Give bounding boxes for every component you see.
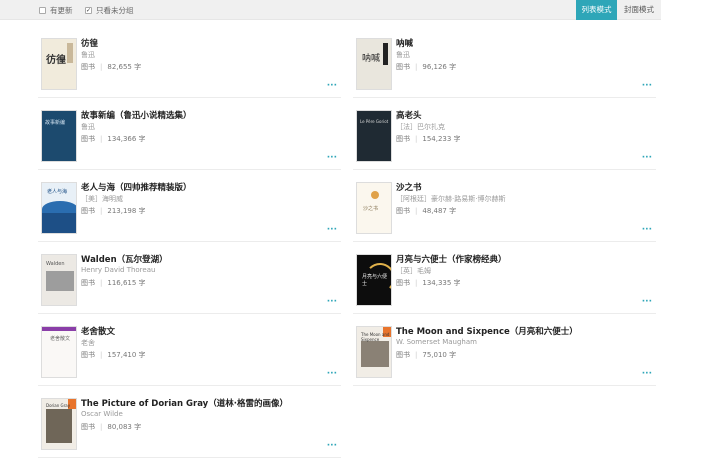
book-meta: 图书 | 82,655 字: [81, 63, 142, 71]
list-mode-button[interactable]: 列表模式: [576, 0, 617, 20]
more-icon[interactable]: ···: [327, 441, 337, 451]
book-meta: 图书 | 48,487 字: [396, 207, 457, 215]
book-title[interactable]: 故事新编（鲁迅小说精选集）: [81, 109, 192, 121]
more-icon[interactable]: ···: [642, 153, 652, 163]
book-meta: 图书 | 80,083 字: [81, 423, 142, 431]
book-cover[interactable]: Dorian Gray: [41, 398, 77, 450]
book-cover[interactable]: Le Père Goriot: [356, 110, 392, 162]
filter-has-updates[interactable]: 有更新: [39, 5, 73, 16]
more-icon[interactable]: ···: [642, 81, 652, 91]
more-icon[interactable]: ···: [327, 81, 337, 91]
book-cover[interactable]: 沙之书: [356, 182, 392, 234]
cover-mode-button[interactable]: 封面模式: [617, 0, 661, 20]
more-icon[interactable]: ···: [327, 153, 337, 163]
book-cover[interactable]: 老舍散文: [41, 326, 77, 378]
book-author: ［阿根廷］豪尔赫·路易斯·博尔赫斯: [396, 195, 506, 203]
book-author: 老舍: [81, 339, 95, 347]
book-item[interactable]: 老舍散文 老舍散文 老舍 图书 | 157,410 字 ···: [38, 314, 341, 386]
book-item[interactable]: 月亮与六便士 月亮与六便士（作家榜经典） ［英］毛姆 图书 | 134,335 字 …: [353, 242, 656, 314]
more-icon[interactable]: ···: [327, 225, 337, 235]
book-cover[interactable]: 月亮与六便士: [356, 254, 392, 306]
book-author: 鲁迅: [81, 51, 95, 59]
book-author: Henry David Thoreau: [81, 266, 156, 274]
book-cover[interactable]: 呐喊: [356, 38, 392, 90]
book-item[interactable]: 呐喊 呐喊 鲁迅 图书 | 96,126 字 ···: [353, 26, 656, 98]
book-item[interactable]: 彷徨 彷徨 鲁迅 图书 | 82,655 字 ···: [38, 26, 341, 98]
more-icon[interactable]: ···: [327, 297, 337, 307]
book-title[interactable]: 沙之书: [396, 181, 422, 193]
checkbox-has-updates[interactable]: [39, 7, 46, 14]
book-author: ［英］毛姆: [396, 267, 431, 275]
book-item[interactable]: 故事新编 故事新编（鲁迅小说精选集） 鲁迅 图书 | 134,366 字 ···: [38, 98, 341, 170]
book-meta: 图书 | 134,335 字: [396, 279, 461, 287]
book-author: Oscar Wilde: [81, 410, 123, 418]
book-author: 鲁迅: [396, 51, 410, 59]
book-cover[interactable]: 故事新编: [41, 110, 77, 162]
book-title[interactable]: 彷徨: [81, 37, 98, 49]
book-author: ［法］巴尔扎克: [396, 123, 445, 131]
book-title[interactable]: 呐喊: [396, 37, 413, 49]
book-item[interactable]: The Moon and Sixpence The Moon and Sixpe…: [353, 314, 656, 386]
book-cover[interactable]: Walden: [41, 254, 77, 306]
book-item[interactable]: Dorian Gray The Picture of Dorian Gray（道…: [38, 386, 341, 458]
book-title[interactable]: Walden（瓦尔登湖）: [81, 253, 168, 265]
book-cover[interactable]: 彷徨: [41, 38, 77, 90]
more-icon[interactable]: ···: [642, 225, 652, 235]
book-author: 鲁迅: [81, 123, 95, 131]
book-meta: 图书 | 116,615 字: [81, 279, 146, 287]
book-title[interactable]: The Moon and Sixpence（月亮和六便士）: [396, 325, 578, 337]
book-meta: 图书 | 154,233 字: [396, 135, 461, 143]
filter-ungrouped-only-label: 只看未分组: [96, 6, 134, 15]
book-meta: 图书 | 213,198 字: [81, 207, 146, 215]
book-title[interactable]: 高老头: [396, 109, 422, 121]
book-item[interactable]: Walden Walden（瓦尔登湖） Henry David Thoreau …: [38, 242, 341, 314]
book-cover[interactable]: 老人与海: [41, 182, 77, 234]
book-cover[interactable]: The Moon and Sixpence: [356, 326, 392, 378]
book-title[interactable]: 老人与海（四帅推荐精装版）: [81, 181, 192, 193]
filter-ungrouped-only[interactable]: ✓ 只看未分组: [85, 5, 134, 16]
checkbox-ungrouped-only[interactable]: ✓: [85, 7, 92, 14]
filter-has-updates-label: 有更新: [50, 6, 73, 15]
book-item[interactable]: Le Père Goriot 高老头 ［法］巴尔扎克 图书 | 154,233 字 …: [353, 98, 656, 170]
book-title[interactable]: The Picture of Dorian Gray（道林·格雷的画像）: [81, 397, 288, 409]
book-meta: 图书 | 75,010 字: [396, 351, 457, 359]
book-meta: 图书 | 157,410 字: [81, 351, 146, 359]
book-meta: 图书 | 96,126 字: [396, 63, 457, 71]
more-icon[interactable]: ···: [327, 369, 337, 379]
book-item[interactable]: 老人与海 老人与海（四帅推荐精装版） ［美］海明威 图书 | 213,198 字 ·…: [38, 170, 341, 242]
book-item[interactable]: 沙之书 沙之书 ［阿根廷］豪尔赫·路易斯·博尔赫斯 图书 | 48,487 字 ··…: [353, 170, 656, 242]
book-meta: 图书 | 134,366 字: [81, 135, 146, 143]
more-icon[interactable]: ···: [642, 297, 652, 307]
more-icon[interactable]: ···: [642, 369, 652, 379]
toolbar: 有更新 ✓ 只看未分组 列表模式 封面模式: [0, 0, 661, 20]
book-title[interactable]: 月亮与六便士（作家榜经典）: [396, 253, 507, 265]
book-title[interactable]: 老舍散文: [81, 325, 115, 337]
book-author: ［美］海明威: [81, 195, 123, 203]
book-author: W. Somerset Maugham: [396, 338, 477, 346]
